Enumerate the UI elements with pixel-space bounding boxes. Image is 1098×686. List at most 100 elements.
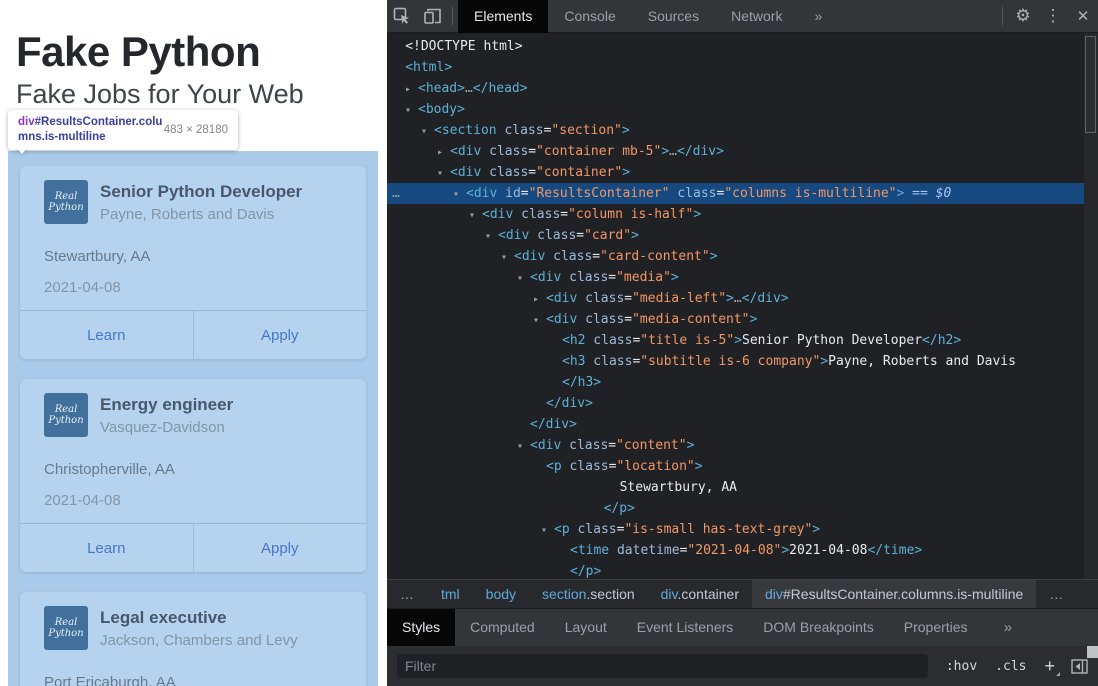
tree-row[interactable]: ▸<div class="container mb-5">…</div> [387, 141, 1084, 162]
expand-arrow-icon[interactable]: ▸ [405, 79, 418, 100]
tree-row[interactable]: <p class="location"> [387, 456, 1084, 477]
collapse-arrow-icon[interactable]: ▾ [453, 184, 466, 205]
code-token: <div [514, 249, 545, 264]
collapse-arrow-icon[interactable]: ▾ [469, 205, 482, 226]
breadcrumb-item[interactable]: div.container [648, 580, 752, 609]
more-tabs-button[interactable]: » [798, 0, 838, 33]
code-token: > [622, 123, 630, 138]
tab-computed[interactable]: Computed [455, 609, 550, 646]
code-token: </div> [742, 291, 789, 306]
tree-row[interactable]: ▾<div class="media-content"> [387, 309, 1084, 330]
tooltip-tag: div [18, 116, 35, 128]
collapse-arrow-icon[interactable]: ▾ [501, 247, 514, 268]
scrollbar-corner [1087, 646, 1098, 658]
tree-row[interactable]: ▸<div class="media-left">…</div> [387, 288, 1084, 309]
breadcrumb-item[interactable]: tml [428, 580, 473, 609]
tree-row[interactable]: </div> [387, 414, 1084, 435]
toggle-sidebar-button[interactable] [1071, 659, 1088, 674]
learn-link[interactable]: Learn [87, 327, 125, 344]
breadcrumb-item[interactable]: section.section [529, 580, 648, 609]
styles-filter-input[interactable] [397, 654, 928, 678]
job-date: 2021-04-08 [44, 279, 121, 296]
inspect-element-button[interactable] [387, 3, 417, 29]
tree-row[interactable]: </div> [387, 393, 1084, 414]
elements-scrollbar[interactable] [1084, 33, 1098, 579]
close-devtools-icon[interactable]: ✕ [1068, 3, 1098, 29]
tree-row[interactable]: ▾<section class="section"> [387, 120, 1084, 141]
tree-row[interactable]: ▾<div class="content"> [387, 435, 1084, 456]
tree-row[interactable]: ▸<head>…</head> [387, 78, 1084, 99]
job-date: 2021-04-08 [44, 492, 121, 509]
code-token: = [521, 186, 529, 201]
code-token: id [497, 186, 520, 201]
device-toolbar-button[interactable] [417, 3, 447, 29]
code-token: > [671, 270, 679, 285]
expand-arrow-icon[interactable]: ▸ [437, 142, 450, 163]
tab-dom-breakpoints[interactable]: DOM Breakpoints [748, 609, 888, 646]
tooltip-dimensions: 483 × 28180 [164, 124, 228, 136]
tree-row[interactable]: <time datetime="2021-04-08">2021-04-08</… [387, 540, 1084, 561]
tree-row[interactable]: </p> [387, 498, 1084, 519]
elements-tree: <!DOCTYPE html> <html> ▸<head>…</head>▾<bo… [387, 33, 1084, 579]
code-token: <div [546, 312, 577, 327]
more-sidebar-tabs-button[interactable]: » [989, 609, 1027, 646]
code-token: <time [570, 543, 609, 558]
tree-row[interactable]: <h2 class="title is-5">Senior Python Dev… [387, 330, 1084, 351]
collapse-arrow-icon[interactable]: ▾ [533, 310, 546, 331]
collapse-arrow-icon[interactable]: ▾ [437, 163, 450, 184]
apply-link[interactable]: Apply [261, 540, 299, 557]
toggle-hover-state-button[interactable]: :hov [946, 659, 977, 674]
overflow-menu-icon[interactable]: ⋮ [1038, 3, 1068, 29]
code-token: "content" [616, 438, 686, 453]
code-token: <html> [405, 60, 452, 75]
collapse-arrow-icon[interactable]: ▾ [405, 100, 418, 121]
collapse-arrow-icon[interactable]: ▾ [421, 121, 434, 142]
collapse-arrow-icon[interactable]: ▾ [485, 226, 498, 247]
code-token: = [576, 228, 584, 243]
new-style-rule-button[interactable]: + [1044, 656, 1055, 677]
tree-row[interactable]: ▾<div class="column is-half"> [387, 204, 1084, 225]
tree-row[interactable]: </p> [387, 561, 1084, 579]
collapse-arrow-icon[interactable]: ▾ [541, 520, 554, 541]
tree-row[interactable]: ▾<div class="media"> [387, 267, 1084, 288]
tab-console[interactable]: Console [548, 0, 631, 33]
tree-row[interactable]: …▾<div id="ResultsContainer" class="colu… [387, 183, 1084, 204]
company-logo: Real Python [44, 393, 88, 437]
tab-elements[interactable]: Elements [458, 0, 548, 33]
tab-styles[interactable]: Styles [387, 609, 455, 646]
tree-row[interactable]: </h3> [387, 372, 1084, 393]
tree-row[interactable]: <html> [387, 57, 1084, 78]
tree-row[interactable]: ▾<div class="card"> [387, 225, 1084, 246]
tree-row[interactable]: ▾<div class="card-content"> [387, 246, 1084, 267]
logo-text-line2: Python [48, 202, 83, 213]
expand-arrow-icon[interactable]: ▸ [533, 289, 546, 310]
code-token: <head> [418, 81, 465, 96]
tab-layout[interactable]: Layout [550, 609, 622, 646]
code-token: > [693, 207, 701, 222]
apply-link[interactable]: Apply [261, 327, 299, 344]
tree-row[interactable]: ▾<div class="container"> [387, 162, 1084, 183]
tab-properties[interactable]: Properties [889, 609, 983, 646]
tree-row[interactable]: Stewartbury, AA [387, 477, 1084, 498]
collapse-arrow-icon[interactable]: ▾ [517, 436, 530, 457]
breadcrumb-item[interactable]: div#ResultsContainer.columns.is-multilin… [752, 580, 1036, 609]
tab-network[interactable]: Network [715, 0, 798, 33]
tab-event-listeners[interactable]: Event Listeners [622, 609, 749, 646]
logo-text-line1: Real [55, 191, 78, 202]
learn-link[interactable]: Learn [87, 540, 125, 557]
breadcrumb-item[interactable]: … [387, 580, 428, 609]
tree-row[interactable]: ▾<p class="is-small has-text-grey"> [387, 519, 1084, 540]
code-token: "media" [616, 270, 671, 285]
code-token: "column is-half" [568, 207, 693, 222]
code-token: <div [482, 207, 513, 222]
collapse-arrow-icon[interactable]: ▾ [517, 268, 530, 289]
settings-gear-icon[interactable]: ⚙ [1008, 3, 1038, 29]
tree-row[interactable]: <h3 class="subtitle is-6 company">Payne,… [387, 351, 1084, 372]
breadcrumb-item[interactable]: … [1036, 580, 1077, 609]
tree-row[interactable]: ▾<body> [387, 99, 1084, 120]
scrollbar-thumb[interactable] [1085, 36, 1096, 133]
toggle-classes-button[interactable]: .cls [995, 659, 1026, 674]
tree-row[interactable]: <!DOCTYPE html> [387, 36, 1084, 57]
tab-sources[interactable]: Sources [632, 0, 715, 33]
breadcrumb-item[interactable]: body [473, 580, 529, 609]
